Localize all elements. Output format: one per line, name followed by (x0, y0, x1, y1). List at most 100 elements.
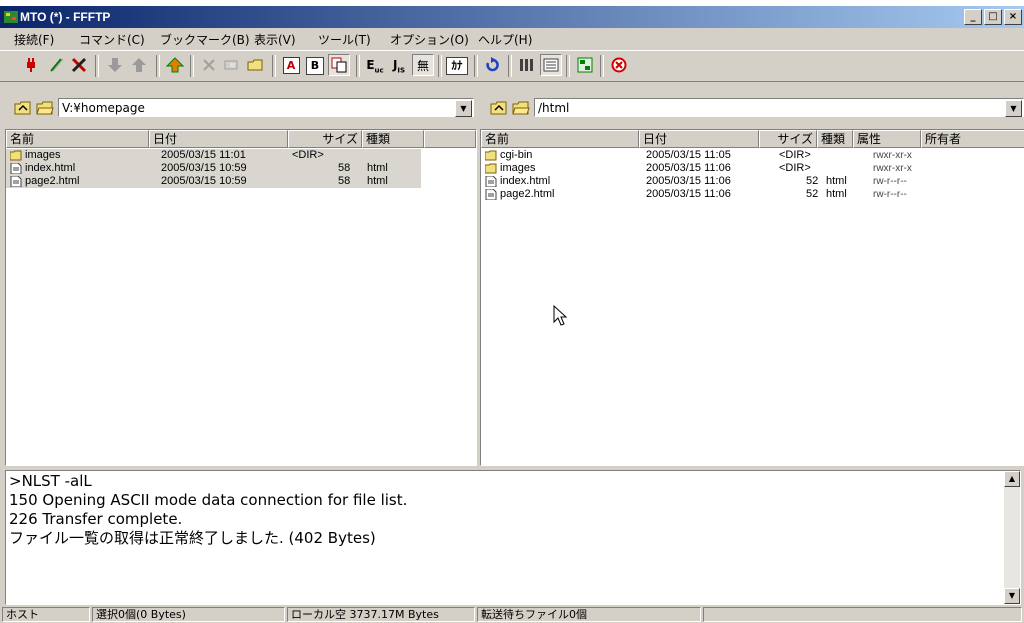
remote-col-name[interactable]: 名前 (481, 130, 639, 148)
upload-arrow-icon[interactable] (128, 54, 150, 76)
file-icon (485, 189, 497, 200)
file-name: cgi-bin (500, 149, 533, 161)
local-file-list[interactable]: 名前 日付 サイズ 種類 images 2005/03/15 11:01 <DI… (5, 129, 477, 466)
table-row[interactable]: images 2005/03/15 11:01 <DIR> (6, 149, 421, 162)
log-window[interactable]: >NLST -alL 150 Opening ASCII mode data c… (5, 470, 1021, 605)
quick-connect-icon[interactable] (45, 54, 67, 76)
remote-col-attr[interactable]: 属性 (853, 130, 921, 148)
status-queue: 転送待ちファイル0個 (477, 607, 701, 622)
toolbar-separator (190, 55, 194, 77)
table-row[interactable]: cgi-bin 2005/03/15 11:05 <DIR> rwxr-xr-x (481, 149, 1021, 162)
local-col-date[interactable]: 日付 (149, 130, 288, 148)
remote-path-text: /html (538, 101, 570, 115)
remote-col-date[interactable]: 日付 (639, 130, 759, 148)
mirror-upload-icon[interactable] (164, 54, 186, 76)
title-bar[interactable]: MTO (*) - FFFTP _ □ × (0, 6, 1024, 28)
file-date: 2005/03/15 10:59 (161, 175, 247, 187)
remote-file-list[interactable]: 名前 日付 サイズ 種類 属性 所有者 cgi-bin 2005/03/15 1… (480, 129, 1024, 466)
table-row[interactable]: images 2005/03/15 11:06 <DIR> rwxr-xr-x (481, 162, 1021, 175)
menu-view[interactable]: 表示(V) (254, 31, 296, 48)
window-title: MTO (*) - FFFTP (20, 10, 111, 24)
file-size: 52 (806, 175, 819, 187)
file-name: images (25, 149, 61, 161)
local-col-size[interactable]: サイズ (288, 130, 362, 148)
table-row[interactable]: page2.html 2005/03/15 11:06 52 html rw-r… (481, 188, 1021, 201)
local-open-folder-icon[interactable] (34, 97, 56, 119)
toolbar-separator (474, 55, 478, 77)
new-folder-icon[interactable] (244, 54, 266, 76)
remote-path-bar: /html ▼ (480, 97, 1024, 121)
scroll-down-icon[interactable]: ▼ (1004, 588, 1020, 604)
remote-path-combo[interactable]: /html ▼ (534, 98, 1024, 117)
toolbar-separator (95, 55, 99, 77)
menu-bookmark[interactable]: ブックマーク(B) (160, 31, 250, 48)
table-row[interactable]: index.html 2005/03/15 11:06 52 html rw-r… (481, 175, 1021, 188)
ascii-mode-button[interactable]: A (280, 54, 302, 76)
maximize-icon[interactable]: □ (984, 9, 1002, 25)
file-name: index.html (500, 175, 551, 187)
log-scrollbar[interactable]: ▲ ▼ (1004, 471, 1020, 604)
file-date: 2005/03/15 11:05 (646, 149, 731, 161)
table-row[interactable]: index.html 2005/03/15 10:59 58 html (6, 162, 421, 175)
no-conversion-button[interactable]: 無 (412, 54, 434, 76)
file-name: page2.html (500, 188, 555, 200)
menu-connect[interactable]: 接続(F) (14, 31, 54, 48)
download-arrow-icon[interactable] (104, 54, 126, 76)
file-type: html (826, 175, 847, 187)
ffftp-window: MTO (*) - FFFTP _ □ × 接続(F) コマンド(C) ブックマ… (0, 6, 1024, 623)
menu-command[interactable]: コマンド(C) (79, 31, 145, 48)
menu-help[interactable]: ヘルプ(H) (478, 31, 532, 48)
disconnect-icon[interactable] (68, 54, 90, 76)
log-line: 226 Transfer complete. (9, 510, 183, 528)
file-date: 2005/03/15 10:59 (161, 162, 247, 174)
pane-splitter[interactable] (0, 464, 1024, 468)
file-name: images (500, 162, 536, 174)
local-col-type[interactable]: 種類 (362, 130, 424, 148)
remote-col-owner[interactable]: 所有者 (921, 130, 1024, 148)
remote-parent-folder-icon[interactable] (488, 97, 510, 119)
file-size: <DIR> (292, 149, 324, 161)
rename-icon[interactable] (220, 54, 242, 76)
file-attr: rw-r--r-- (873, 176, 907, 187)
remote-open-folder-icon[interactable] (510, 97, 532, 119)
stop-icon[interactable] (608, 54, 630, 76)
file-attr: rw-r--r-- (873, 189, 907, 200)
status-local-free: ローカル空 3737.17M Bytes (287, 607, 475, 622)
file-date: 2005/03/15 11:06 (646, 162, 731, 174)
scroll-up-icon[interactable]: ▲ (1004, 471, 1020, 487)
minimize-icon[interactable]: _ (964, 9, 982, 25)
sync-folders-icon[interactable] (574, 54, 596, 76)
connect-icon[interactable] (20, 54, 42, 76)
status-bar: ホスト 選択0個(0 Bytes) ローカル空 3737.17M Bytes 転… (0, 606, 1024, 623)
detail-view-icon[interactable] (540, 54, 562, 76)
remote-col-size[interactable]: サイズ (759, 130, 817, 148)
folder-icon (485, 150, 497, 161)
table-row[interactable]: page2.html 2005/03/15 10:59 58 html (6, 175, 421, 188)
folder-icon (10, 150, 22, 161)
auto-mode-button[interactable] (328, 54, 350, 76)
file-icon (10, 176, 22, 187)
chevron-down-icon[interactable]: ▼ (455, 100, 472, 117)
log-line: 150 Opening ASCII mode data connection f… (9, 491, 408, 509)
local-parent-folder-icon[interactable] (12, 97, 34, 119)
menu-tools[interactable]: ツール(T) (318, 31, 371, 48)
file-attr: rwxr-xr-x (873, 163, 912, 174)
binary-mode-button[interactable]: B (304, 54, 326, 76)
close-icon[interactable]: × (1004, 9, 1022, 25)
toolbar-separator (600, 55, 604, 77)
toolbar-separator (156, 55, 160, 77)
file-icon (485, 176, 497, 187)
local-col-name[interactable]: 名前 (6, 130, 149, 148)
list-view-icon[interactable] (516, 54, 538, 76)
kana-conversion-button[interactable]: ｶﾅ (446, 54, 468, 76)
euc-kanji-button[interactable]: Euc (364, 54, 386, 76)
remote-col-type[interactable]: 種類 (817, 130, 853, 148)
delete-icon[interactable] (198, 54, 220, 76)
local-path-combo[interactable]: V:¥homepage ▼ (58, 98, 474, 117)
toolbar-separator (438, 55, 442, 77)
chevron-down-icon[interactable]: ▼ (1005, 100, 1022, 117)
menu-options[interactable]: オプション(O) (390, 31, 469, 48)
refresh-icon[interactable] (482, 54, 504, 76)
jis-kanji-button[interactable]: JIS (388, 54, 410, 76)
toolbar-separator (272, 55, 276, 77)
